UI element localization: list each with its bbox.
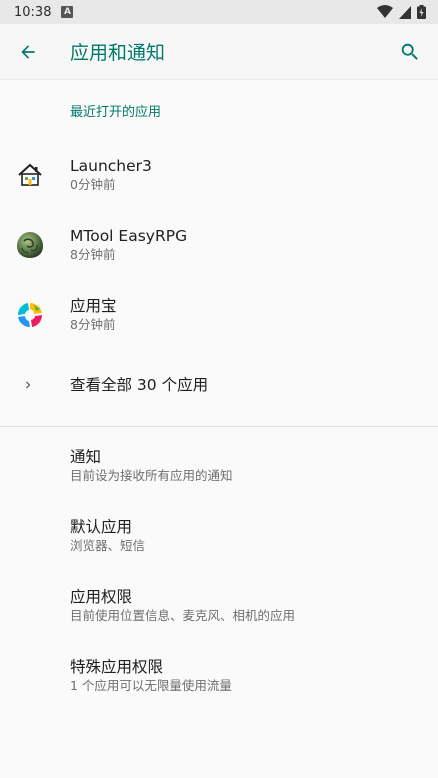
- pref-summary: 目前使用位置信息、麦克风、相机的应用: [70, 608, 296, 623]
- house-icon: [18, 163, 42, 186]
- signal-icon: [399, 5, 411, 19]
- back-button[interactable]: [0, 24, 56, 80]
- battery-icon: [417, 5, 426, 19]
- pref-summary: 1 个应用可以无限量使用流量: [70, 678, 232, 693]
- app-name: 应用宝: [70, 297, 117, 315]
- section-divider: [0, 426, 438, 427]
- status-bar: 10:38 A: [0, 0, 438, 24]
- app-last-used: 8分钟前: [70, 247, 116, 262]
- pref-title: 应用权限: [70, 588, 133, 606]
- status-time: 10:38: [14, 4, 52, 20]
- notification-a-icon: A: [61, 6, 74, 18]
- app-name: MTool EasyRPG: [70, 227, 188, 245]
- pref-notifications[interactable]: 通知 目前设为接收所有应用的通知: [0, 431, 438, 501]
- search-icon: [401, 43, 418, 60]
- page-title: 应用和通知: [70, 42, 166, 64]
- rock-icon: [17, 232, 43, 258]
- app-last-used: 8分钟前: [70, 317, 116, 332]
- content: 最近打开的应用 Launcher3 0分钟前 MTool EasyRPG 8分钟…: [0, 80, 438, 711]
- pref-summary: 浏览器、短信: [70, 538, 146, 553]
- pref-special-app-access[interactable]: 特殊应用权限 1 个应用可以无限量使用流量: [0, 641, 438, 711]
- pref-title: 通知: [70, 448, 102, 466]
- wifi-icon: [377, 5, 393, 18]
- recent-app-yingyongbao[interactable]: 应用宝 8分钟前: [0, 280, 438, 350]
- app-bar: 应用和通知: [0, 24, 438, 80]
- yingyongbao-icon: [17, 302, 43, 328]
- pref-app-permissions[interactable]: 应用权限 目前使用位置信息、麦克风、相机的应用: [0, 571, 438, 641]
- pref-title: 特殊应用权限: [70, 658, 164, 676]
- see-all-label: 查看全部 30 个应用: [70, 376, 209, 394]
- recent-app-mtool-easyrpg[interactable]: MTool EasyRPG 8分钟前: [0, 210, 438, 280]
- app-last-used: 0分钟前: [70, 177, 116, 192]
- pref-summary: 目前设为接收所有应用的通知: [70, 468, 233, 483]
- recent-app-launcher3[interactable]: Launcher3 0分钟前: [0, 140, 438, 210]
- see-all-apps-button[interactable]: 查看全部 30 个应用: [0, 350, 438, 420]
- pref-title: 默认应用: [70, 518, 133, 536]
- app-name: Launcher3: [70, 157, 152, 175]
- recent-apps-header: 最近打开的应用: [70, 104, 162, 120]
- chevron-right-icon: [26, 381, 31, 389]
- pref-default-apps[interactable]: 默认应用 浏览器、短信: [0, 501, 438, 571]
- search-button[interactable]: [390, 32, 430, 72]
- arrow-back-icon: [21, 44, 35, 59]
